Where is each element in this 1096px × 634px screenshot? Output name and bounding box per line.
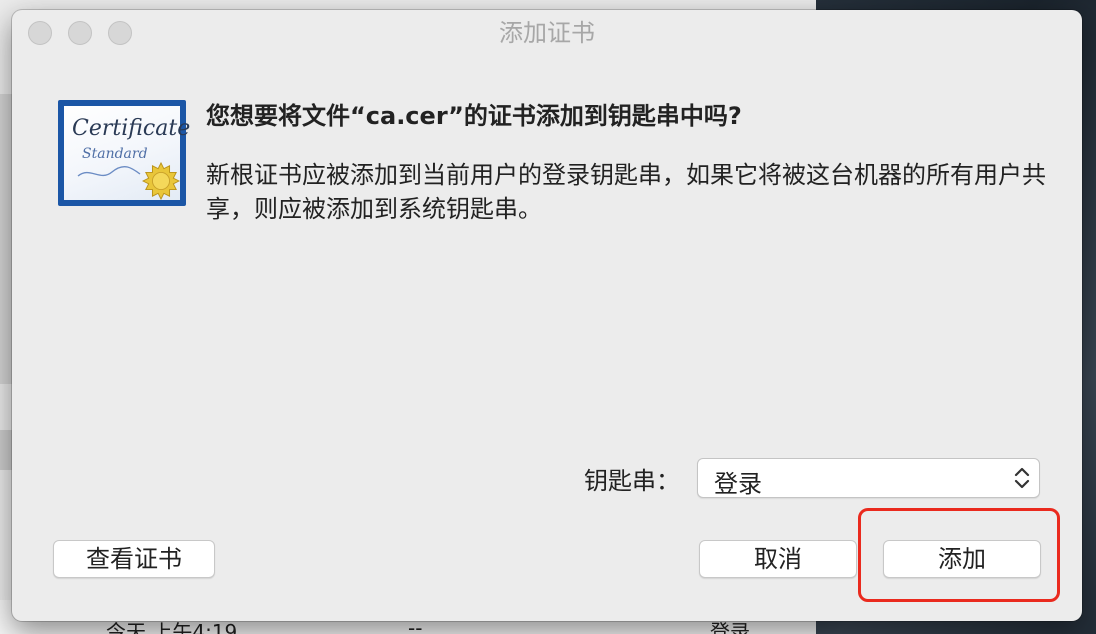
view-certificate-button[interactable]: 查看证书: [53, 540, 215, 578]
background-sidebar-strip: [0, 430, 12, 470]
certificate-icon-text: Certificate: [72, 116, 191, 141]
flourish-icon: [77, 165, 141, 177]
add-certificate-dialog: 添加证书 Certificate Standard 您想要将文件“ca.cer”…: [12, 10, 1082, 621]
keychain-select-value: 登录: [714, 470, 762, 498]
certificate-icon-subtext: Standard: [82, 146, 148, 162]
seal-icon: [142, 162, 180, 200]
dialog-title: 添加证书: [499, 19, 595, 47]
certificate-icon: Certificate Standard: [58, 100, 190, 206]
certificate-icon-paper: Certificate Standard: [64, 106, 190, 200]
cancel-button[interactable]: 取消: [699, 540, 857, 578]
updown-chevron-icon: [1014, 467, 1030, 489]
keychain-select[interactable]: 登录: [697, 458, 1040, 498]
background-sidebar-strip: [0, 94, 12, 384]
dialog-body-text: 新根证书应被添加到当前用户的登录钥匙串，如果它将被这台机器的所有用户共享，则应被…: [206, 161, 1046, 223]
keychain-label: 钥匙串：: [584, 467, 680, 495]
title-bar: 添加证书: [12, 10, 1082, 56]
highlight-box: [858, 508, 1060, 602]
dialog-headline: 您想要将文件“ca.cer”的证书添加到钥匙串中吗?: [206, 102, 742, 130]
